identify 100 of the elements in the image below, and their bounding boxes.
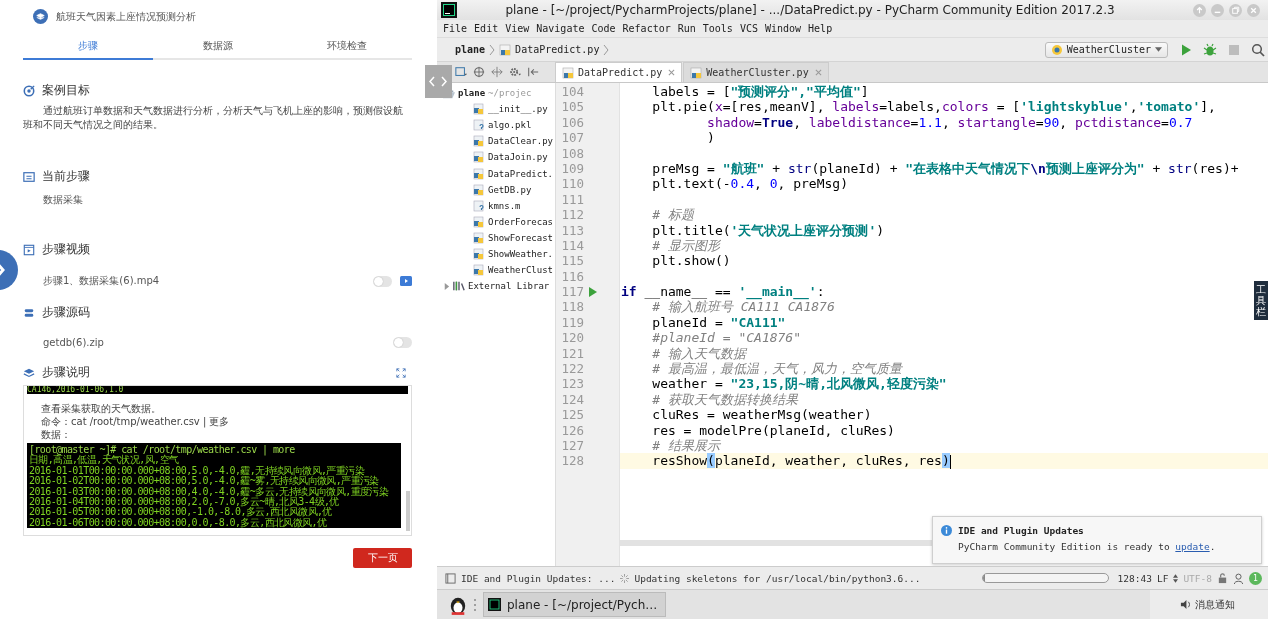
line-number: 114 [560, 237, 584, 254]
background-task: Updating skeletons for /usr/local/bin/python3.6... [634, 572, 921, 584]
line-number: 108 [560, 145, 584, 161]
code-line: plt.show() [651, 253, 731, 269]
menu-item[interactable]: View [505, 23, 530, 34]
tree-item[interactable]: External Librar [468, 281, 550, 292]
line-number: 121 [560, 345, 584, 362]
line-number: 113 [560, 222, 584, 238]
status-message[interactable]: IDE and Plugin Updates: ... [461, 572, 616, 584]
next-page-button[interactable]: 下一页 [353, 548, 412, 568]
line-number: 118 [560, 299, 584, 315]
menu-item[interactable]: Refactor [622, 23, 671, 34]
tab[interactable]: 环境检查 [282, 36, 412, 60]
code-line: shadow=True, labeldistance=1.1, startangle=90, pctdistance=0.7 [706, 114, 1193, 131]
code-line: # 结果展示 [651, 438, 720, 454]
tab[interactable]: 数据源 [152, 36, 283, 60]
tree-item[interactable]: OrderForecas [488, 216, 554, 227]
tree-item-path: ~/projec [488, 88, 532, 99]
terminal-line: 日期,高温,低温,天气状况,风,空气 [29, 454, 179, 465]
tree-item[interactable]: algo.pkl [488, 120, 532, 131]
menu-item[interactable]: Run [677, 23, 696, 34]
line-number: 109 [560, 160, 584, 177]
menu-item[interactable]: VCS [739, 23, 758, 34]
goal-paragraph: 通过航班订单数据和天气数据进行分析，分析天气与飞机上座的影响，预测假设航班和不同天气情况之间的结果。 [23, 104, 404, 132]
breadcrumb[interactable]: plane [455, 44, 486, 55]
line-number: 124 [560, 391, 584, 408]
source-file-name[interactable]: getdb(6).zip [43, 337, 104, 348]
code-line: # 输入天气数据 [651, 345, 746, 362]
editor-tab[interactable]: WeatherCluster.py [683, 62, 829, 82]
editor-tab[interactable]: DataPredict.py [555, 62, 683, 82]
code-line: #planeId = "CA1876" [651, 330, 801, 346]
tree-item[interactable]: ShowForecast [488, 232, 554, 243]
line-number: 117 [560, 284, 584, 300]
update-link[interactable]: update [1175, 541, 1210, 552]
line-separator[interactable]: LF [1156, 572, 1169, 584]
terminal-line: 2016-01-06T00:00:00.000+08:00,0.0,-8.0,多云,西北风微风,优 [29, 516, 328, 528]
breadcrumb[interactable]: DataPredict.py [515, 44, 600, 55]
code-line: # 标题 [651, 207, 694, 223]
course-title: 航班天气因素上座情况预测分析 [56, 9, 196, 24]
description-text: 查看采集获取的天气数据。 [41, 402, 162, 415]
menu-item[interactable]: Help [808, 23, 833, 34]
section-heading: 步骤说明 [42, 364, 90, 381]
window-title: plane - [~/project/PycharmProjects/plane] - .../DataPredict.py - PyCharm Community Edition 2017.2.3 [504, 3, 1116, 17]
line-number: 126 [560, 422, 584, 438]
terminal-output: CA146,2016-01-06,1.0 [27, 386, 408, 394]
code-line: plt.text(-0.4, 0, preMsg) [651, 176, 848, 192]
terminal-line: 2016-01-03T00:00:00.000+08:00,4.0,-4.0,霾~多云,无持续风向微风,重度污染 [29, 485, 390, 496]
section-heading: 步骤视频 [42, 241, 90, 258]
terminal-line: 2016-01-05T00:00:00.000+08:00,-1.0,-8.0,多云,西北风微风,优 [29, 506, 332, 517]
line-number: 119 [560, 314, 584, 331]
code-line: weather = "23,15,阴~晴,北风微风,轻度污染" [651, 376, 947, 392]
line-number: 123 [560, 376, 584, 392]
taskbar-window-button[interactable]: plane - [~/project/Pych… [483, 592, 667, 617]
tree-item[interactable]: __init__.py [488, 104, 548, 115]
notification-title: IDE and Plugin Updates [958, 525, 1085, 536]
description-text: 命令：cat /root/tmp/weather.csv | 更多 [41, 415, 231, 428]
code-line: plt.title('天气状况上座评分预测') [651, 222, 885, 238]
code-line: # 显示图形 [651, 237, 720, 254]
code-line: if __name__ == '__main__': [620, 284, 825, 300]
line-number: 116 [560, 268, 584, 285]
code-line: labels = ["预测评分","平均值"] [651, 84, 869, 100]
line-number: 122 [560, 361, 584, 377]
code-line: # 最高温，最低温，天气，风力，空气质量 [651, 361, 902, 377]
tree-item[interactable]: DataPredict. [488, 168, 554, 179]
line-number: 110 [560, 176, 584, 192]
terminal-line: 2016-01-02T00:00:00.000+08:00,5.0,-4.0,霾~雾,无持续风向微风,严重污染 [29, 475, 379, 486]
line-number: 107 [560, 130, 584, 146]
line-number: 128 [560, 453, 584, 469]
tree-item[interactable]: plane [458, 88, 486, 99]
line-number: 112 [560, 207, 584, 223]
menu-item[interactable]: Edit [474, 23, 499, 34]
tray-notifications[interactable]: 消息通知 [1150, 590, 1268, 619]
code-line: ) [706, 130, 715, 146]
menu-item[interactable]: File [443, 23, 468, 34]
line-number: 106 [560, 114, 584, 131]
tree-item[interactable]: GetDB.py [488, 184, 532, 195]
line-number: 115 [560, 253, 584, 269]
caret-position[interactable]: 128:43 [1117, 572, 1152, 584]
run-configuration-dropdown[interactable]: WeatherCluster [1044, 41, 1168, 58]
menu-item[interactable]: Code [591, 23, 616, 34]
notification-text: PyCharm Community Edition is ready to update. [958, 541, 1216, 552]
code-line: # 获取天气数据转换结果 [651, 391, 798, 408]
tree-item[interactable]: ShowWeather. [488, 249, 554, 259]
video-file-name[interactable]: 步骤1、数据采集(6).mp4 [43, 274, 160, 288]
line-number: 127 [560, 438, 584, 454]
code-line: cluRes = weatherMsg(weather) [651, 407, 872, 423]
tree-item[interactable]: kmns.m [488, 200, 521, 211]
code-line: planeId = "CA111" [651, 314, 786, 331]
current-step-value: 数据采集 [43, 193, 84, 207]
menu-item[interactable]: Window [764, 23, 802, 34]
description-text: 数据： [41, 428, 72, 441]
menu-item[interactable]: Navigate [536, 23, 585, 34]
line-number: 111 [560, 191, 584, 208]
tab[interactable]: 步骤 [23, 36, 153, 60]
tree-item[interactable]: WeatherClust [488, 265, 554, 276]
side-tab[interactable]: 工具栏 [1254, 281, 1268, 320]
tree-item[interactable]: DataJoin.py [488, 152, 548, 163]
code-line: plt.pie(x=[res,meanV], labels=labels,colors = ['lightskyblue','tomato'], [651, 99, 1216, 115]
tree-item[interactable]: DataClear.py [488, 136, 554, 147]
menu-item[interactable]: Tools [702, 23, 733, 34]
